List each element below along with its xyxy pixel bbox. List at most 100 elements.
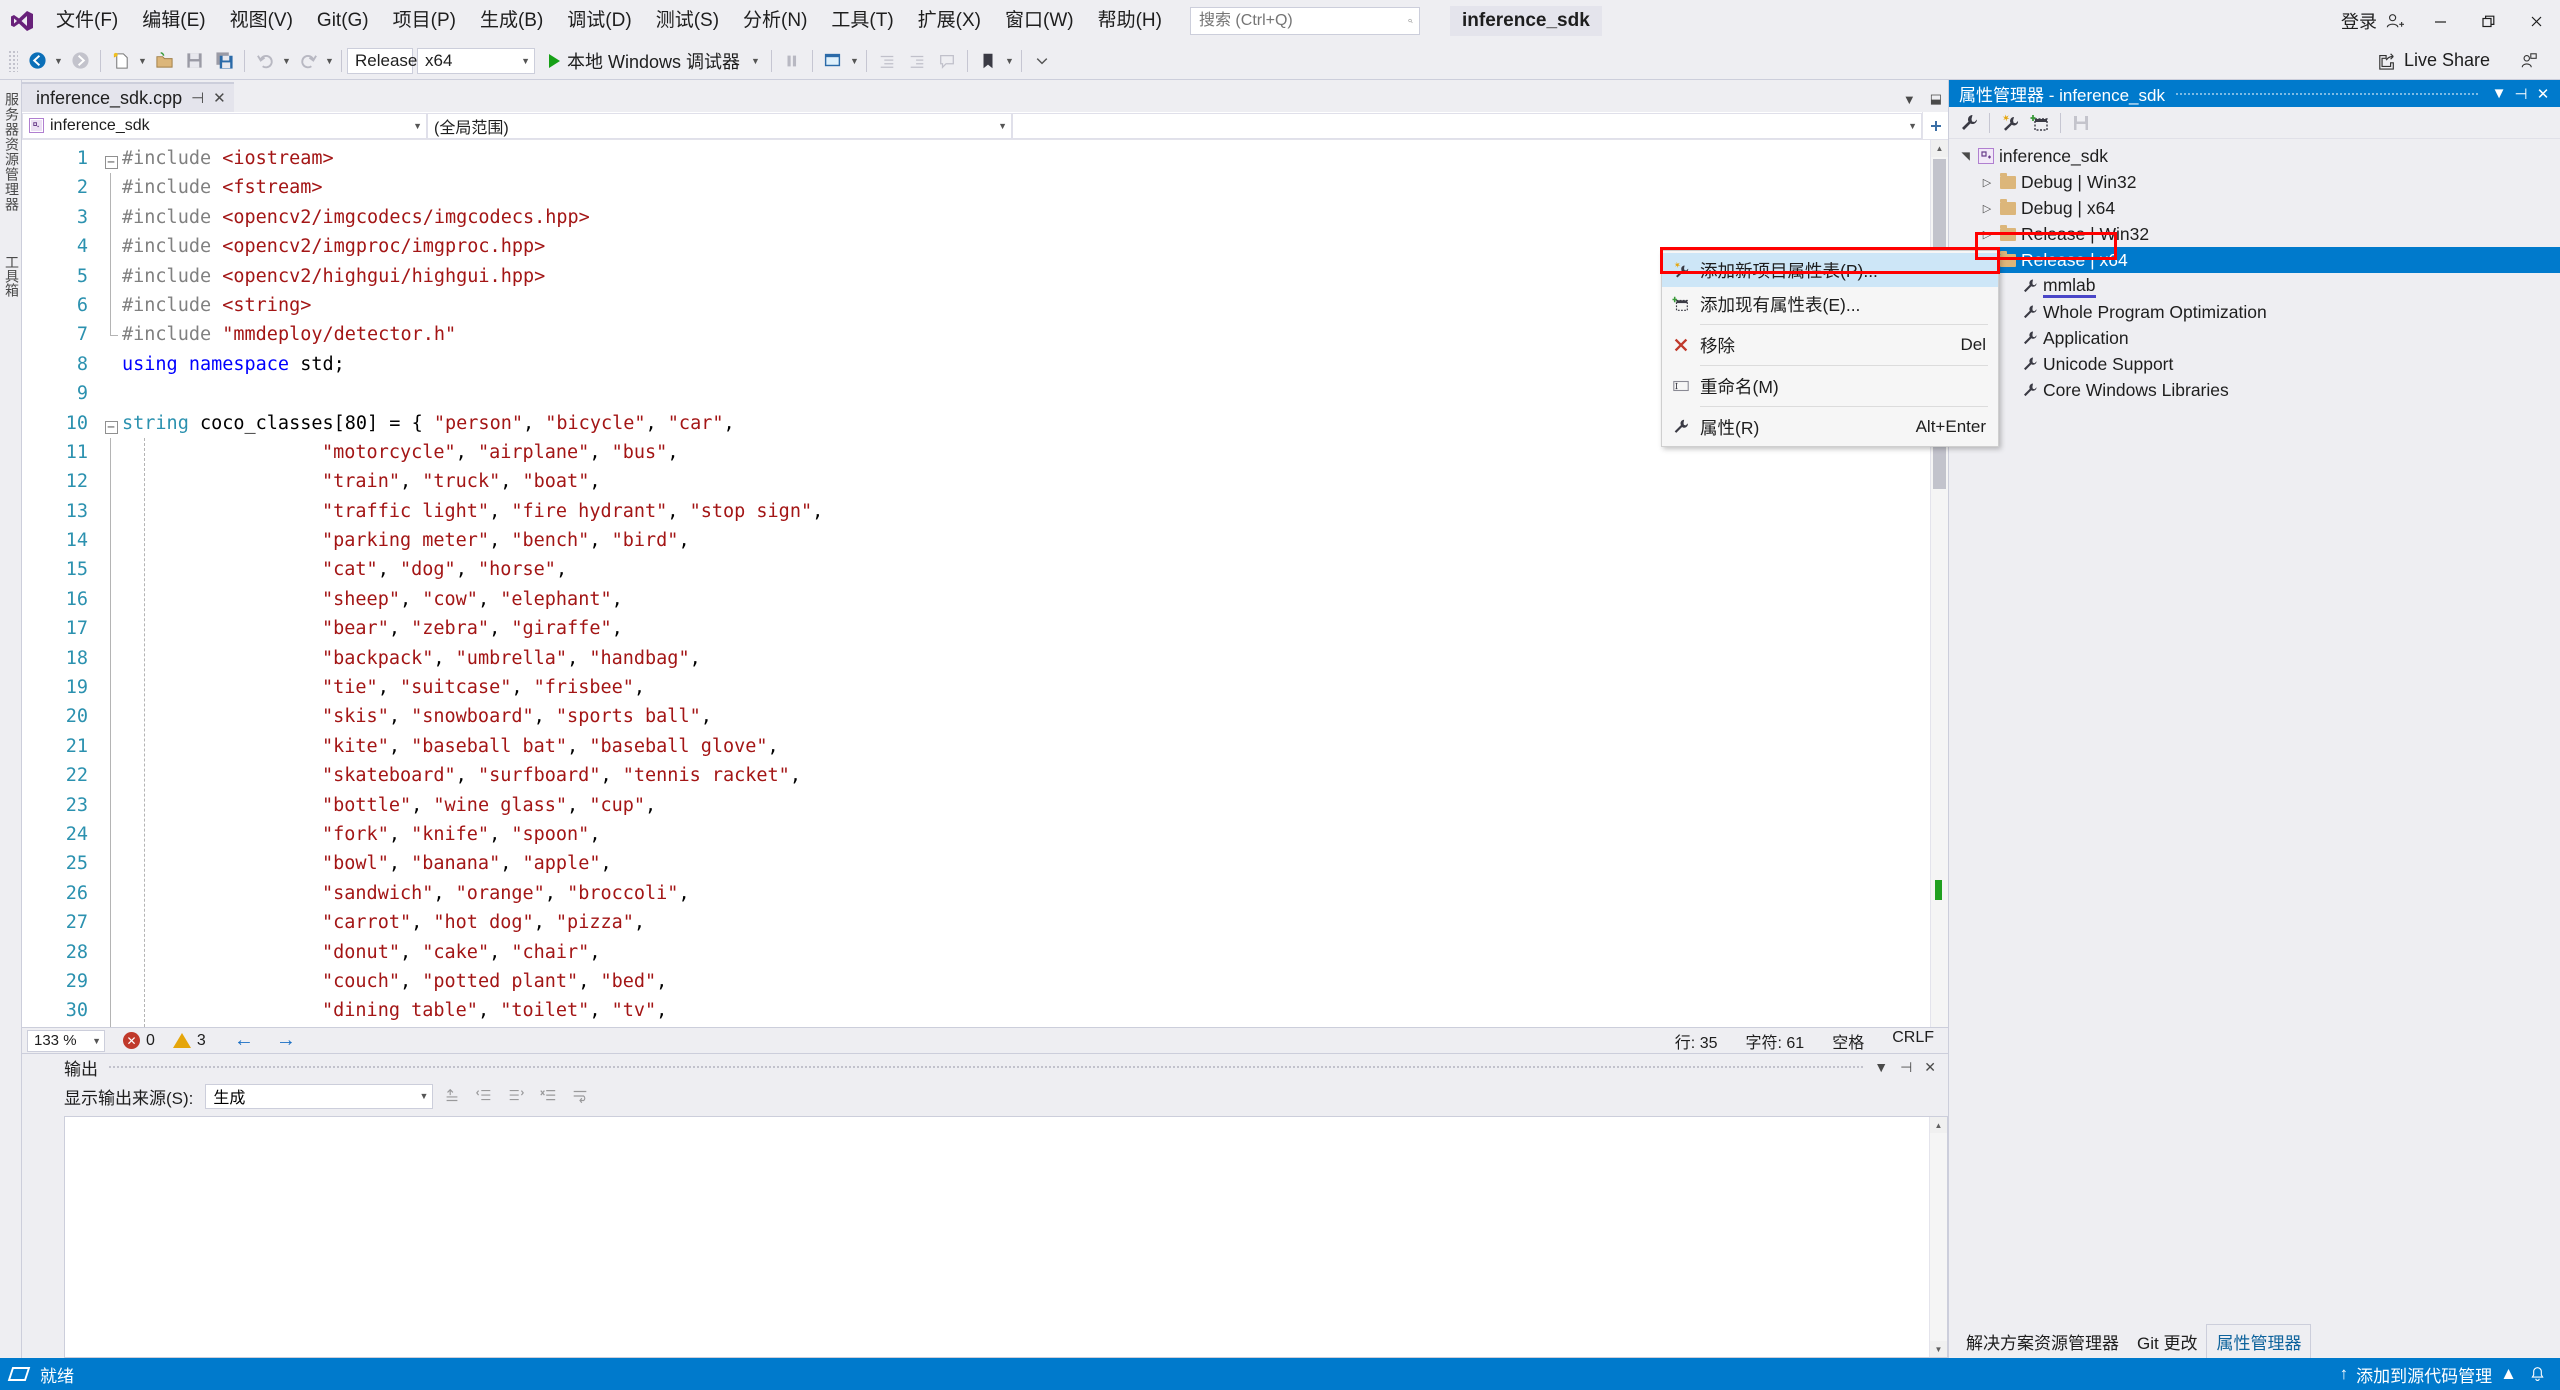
tree-node[interactable]: ▷Release | Win32	[1949, 221, 2560, 247]
fold-margin[interactable]	[100, 350, 122, 379]
fold-margin[interactable]	[100, 497, 122, 526]
property-manager-tree[interactable]: ◢inference_sdk▷Debug | Win32▷Debug | x64…	[1949, 139, 2560, 1328]
warning-count-item[interactable]: 3	[173, 1032, 206, 1050]
menu-debug[interactable]: 调试(D)	[555, 0, 643, 42]
undo-dropdown[interactable]: ▼	[280, 46, 293, 76]
go-to-message-button[interactable]	[439, 1083, 465, 1109]
fold-margin[interactable]	[100, 232, 122, 261]
toolbox-tab[interactable]: 工具箱	[0, 255, 22, 297]
menu-help[interactable]: 帮助(H)	[1086, 0, 1174, 42]
new-project-dropdown[interactable]: ▼	[136, 46, 149, 76]
window-dropdown-icon[interactable]: ▼	[2488, 85, 2510, 102]
navigate-backward-button[interactable]	[22, 46, 52, 76]
start-debugging-button[interactable]: 本地 Windows 调试器 ▼	[539, 46, 766, 76]
add-existing-property-sheet-button[interactable]	[2026, 109, 2054, 137]
redo-dropdown[interactable]: ▼	[323, 46, 336, 76]
previous-issue-button[interactable]: ←	[234, 1029, 254, 1052]
next-issue-button[interactable]: →	[276, 1029, 296, 1052]
chevron-down-icon[interactable]: ▼	[751, 56, 760, 66]
close-icon[interactable]: ✕	[2532, 85, 2554, 103]
search-input[interactable]	[1197, 11, 1408, 31]
navbar-expand-button[interactable]	[1922, 112, 1948, 139]
fold-margin[interactable]	[100, 585, 122, 614]
fold-margin[interactable]	[100, 996, 122, 1025]
pin-icon[interactable]: ⊣	[2510, 85, 2532, 103]
feedback-button[interactable]	[2520, 52, 2538, 70]
fold-margin[interactable]	[100, 849, 122, 878]
properties-button[interactable]	[1955, 109, 1983, 137]
chevron-right-icon[interactable]: ▷	[1977, 202, 1997, 215]
new-project-button[interactable]	[106, 46, 136, 76]
fold-margin[interactable]	[100, 761, 122, 790]
live-share-button[interactable]: Live Share	[2378, 50, 2490, 71]
context-menu-item[interactable]: 添加新项目属性表(P)...	[1662, 253, 1998, 287]
fold-margin[interactable]	[100, 614, 122, 643]
close-icon[interactable]: ✕	[1924, 1059, 1936, 1076]
tab-git-changes[interactable]: Git 更改	[2128, 1325, 2206, 1358]
context-menu-item[interactable]: 属性(R)Alt+Enter	[1662, 410, 1998, 444]
toolbar-options-button[interactable]	[1027, 46, 1057, 76]
nav-scope-combo[interactable]: (全局范围) ▼	[427, 113, 1012, 139]
fold-margin[interactable]	[100, 379, 122, 408]
fold-margin[interactable]	[100, 526, 122, 555]
tree-node[interactable]: ◢Release | x64	[1949, 247, 2560, 273]
menu-analyze[interactable]: 分析(N)	[731, 0, 819, 42]
fold-margin[interactable]	[100, 879, 122, 908]
fold-margin[interactable]	[100, 467, 122, 496]
fold-margin[interactable]: −	[100, 409, 122, 438]
toolbar-grip[interactable]	[8, 50, 18, 72]
tab-inference-sdk-cpp[interactable]: inference_sdk.cpp ⊣ ✕	[22, 82, 234, 112]
solution-configuration-combo[interactable]: Release ▼	[347, 48, 413, 74]
server-explorer-tab[interactable]: 服务器资源管理器	[0, 92, 22, 212]
clear-all-button[interactable]	[535, 1083, 561, 1109]
fold-margin[interactable]	[100, 262, 122, 291]
nav-project-combo[interactable]: inference_sdk ▼	[22, 113, 427, 139]
code-text-area[interactable]: 1−#include <iostream>2#include <fstream>…	[22, 140, 1930, 1027]
pin-icon[interactable]: ⊣	[191, 89, 204, 107]
tree-node[interactable]: ▷Debug | x64	[1949, 195, 2560, 221]
fold-margin[interactable]	[100, 291, 122, 320]
menu-project[interactable]: 项目(P)	[381, 0, 468, 42]
sign-in-button[interactable]: 登录	[2329, 8, 2416, 34]
fold-margin[interactable]	[100, 967, 122, 996]
undo-button[interactable]	[250, 46, 280, 76]
menu-build[interactable]: 生成(B)	[468, 0, 555, 42]
menu-test[interactable]: 测试(S)	[644, 0, 731, 42]
menu-edit[interactable]: 编辑(E)	[130, 0, 217, 42]
menu-git[interactable]: Git(G)	[305, 0, 381, 42]
chevron-right-icon[interactable]: ▷	[1977, 176, 1997, 189]
tree-node[interactable]: Application	[1949, 325, 2560, 351]
tree-node[interactable]: Whole Program Optimization	[1949, 299, 2560, 325]
collapse-icon[interactable]: −	[105, 156, 118, 169]
fold-margin[interactable]	[100, 938, 122, 967]
fold-margin[interactable]	[100, 644, 122, 673]
save-property-sheet-button[interactable]	[2067, 109, 2095, 137]
add-to-source-control-button[interactable]: ↑ 添加到源代码管理 ▲	[2340, 1362, 2517, 1387]
next-message-button[interactable]	[503, 1083, 529, 1109]
quick-launch-search[interactable]	[1190, 7, 1420, 35]
nav-member-combo[interactable]: ▼	[1012, 113, 1922, 139]
indent-decrease-button[interactable]	[872, 46, 902, 76]
save-button[interactable]	[179, 46, 209, 76]
toggle-word-wrap-button[interactable]	[567, 1083, 593, 1109]
output-scroll-down-button[interactable]: ▼	[1930, 1341, 1947, 1357]
code-editor[interactable]: 1−#include <iostream>2#include <fstream>…	[22, 140, 1948, 1027]
fold-margin[interactable]	[100, 732, 122, 761]
fold-margin[interactable]	[100, 173, 122, 202]
tree-node[interactable]: Unicode Support	[1949, 351, 2560, 377]
tree-node[interactable]: Core Windows Libraries	[1949, 377, 2560, 403]
save-all-button[interactable]	[209, 46, 239, 76]
fold-margin[interactable]	[100, 320, 122, 349]
navigate-forward-button[interactable]	[65, 46, 95, 76]
collapse-icon[interactable]: −	[105, 421, 118, 434]
bookmark-dropdown[interactable]: ▼	[1003, 46, 1016, 76]
tree-node[interactable]: mmlab	[1949, 273, 2560, 299]
attach-process-button[interactable]	[777, 46, 807, 76]
restore-button[interactable]	[2464, 0, 2512, 42]
comment-button[interactable]	[932, 46, 962, 76]
output-dropdown-icon[interactable]: ▼	[1874, 1059, 1888, 1076]
fold-margin[interactable]	[100, 438, 122, 467]
menu-file[interactable]: 文件(F)	[44, 0, 130, 42]
preview-selected-items-button[interactable]	[818, 46, 848, 76]
menu-tools[interactable]: 工具(T)	[819, 0, 905, 42]
